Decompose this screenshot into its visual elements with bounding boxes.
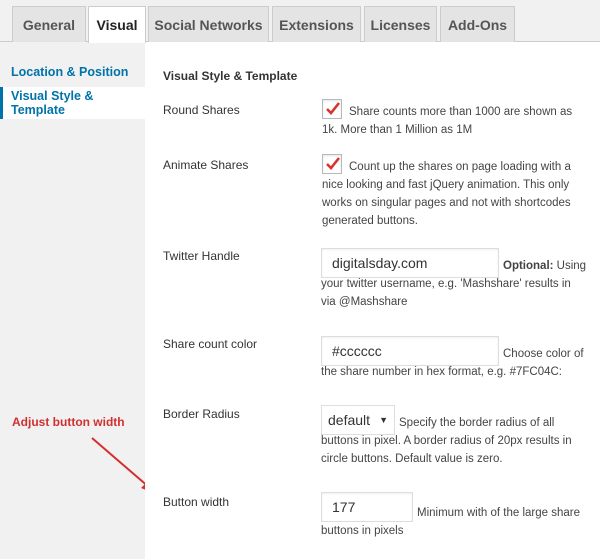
settings-main-panel: Visual Style & Template Round Shares Sha… — [145, 42, 600, 559]
button-width-label: Button width — [163, 495, 230, 509]
border-radius-label: Border Radius — [163, 407, 240, 421]
share-count-color-label: Share count color — [163, 337, 258, 351]
tab-extensions[interactable]: Extensions — [272, 6, 361, 42]
tab-licenses[interactable]: Licenses — [364, 6, 437, 42]
animate-shares-label: Animate Shares — [163, 158, 249, 172]
round-shares-description: Share counts more than 1000 are shown as… — [322, 106, 573, 136]
settings-tab-bar: General Visual Social Networks Extension… — [0, 0, 600, 43]
button-width-description: Minimum with of the large share buttons … — [321, 507, 580, 537]
animate-shares-description: Count up the shares on page loading with… — [322, 161, 571, 227]
share-count-color-description: Choose color of the share number in hex … — [321, 348, 584, 378]
annotation-label: Adjust button width — [12, 415, 125, 429]
tab-visual[interactable]: Visual — [88, 6, 146, 43]
optional-label: Optional: — [503, 260, 554, 272]
tab-social-networks[interactable]: Social Networks — [148, 6, 269, 42]
settings-sidebar: Location & Position Visual Style & Templ… — [0, 42, 145, 559]
sidebar-item-visual-style-template[interactable]: Visual Style & Template — [0, 87, 145, 119]
twitter-handle-label: Twitter Handle — [163, 249, 240, 263]
twitter-handle-description: Optional: Using your twitter username, e… — [321, 260, 587, 308]
section-title: Visual Style & Template — [163, 69, 298, 83]
border-radius-description: Specify the border radius of all buttons… — [321, 417, 572, 465]
sidebar-item-location-position[interactable]: Location & Position — [0, 56, 145, 88]
tab-general[interactable]: General — [12, 6, 86, 42]
round-shares-label: Round Shares — [163, 103, 240, 117]
tab-add-ons[interactable]: Add-Ons — [440, 6, 515, 42]
